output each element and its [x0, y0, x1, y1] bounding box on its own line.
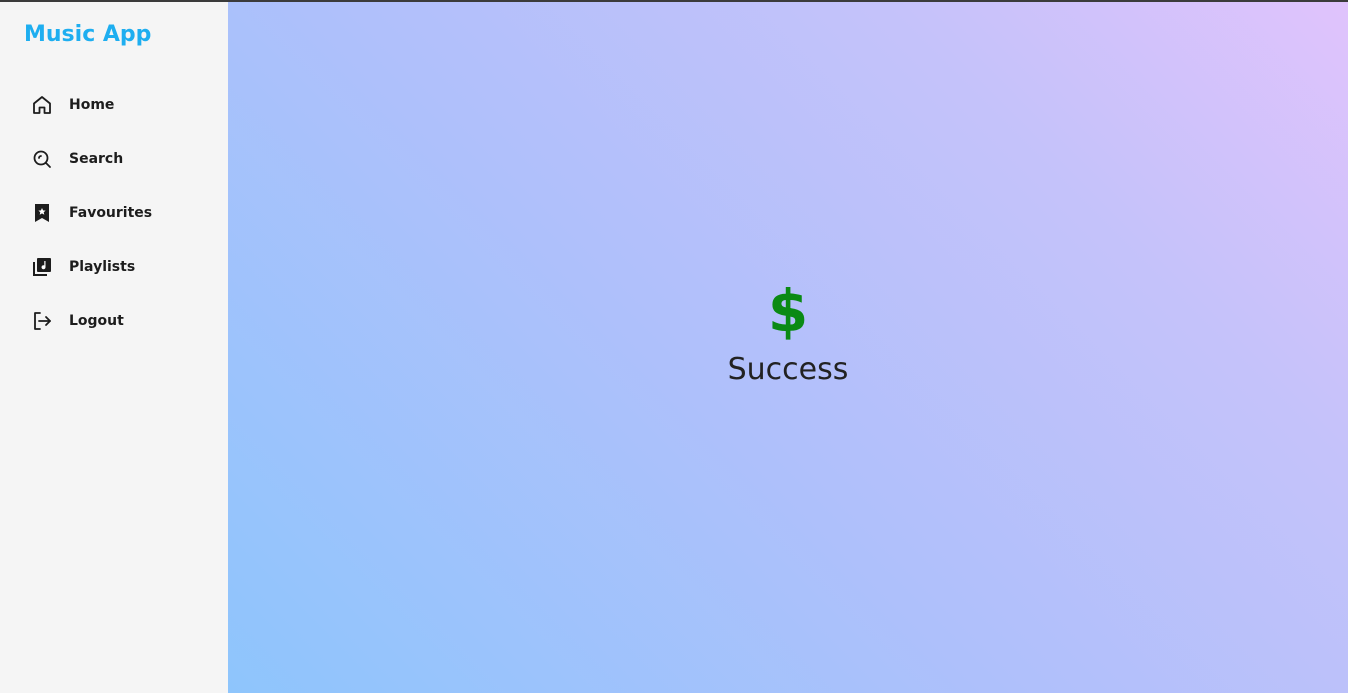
- sidebar-item-logout[interactable]: Logout: [0, 294, 228, 348]
- status-panel: $ Success: [728, 280, 849, 390]
- home-icon: [30, 93, 54, 117]
- main-content: $ Success: [228, 2, 1348, 693]
- bookmark-star-icon: [30, 201, 54, 225]
- library-music-icon: [30, 255, 54, 279]
- sidebar-item-favourites[interactable]: Favourites: [0, 186, 228, 240]
- sidebar-item-label: Home: [69, 97, 115, 113]
- app-window: Music App Home Search Favourites Playlis…: [0, 0, 1348, 693]
- sidebar: Music App Home Search Favourites Playlis…: [0, 2, 228, 693]
- sidebar-item-label: Favourites: [69, 205, 153, 221]
- sidebar-nav: Home Search Favourites Playlists Logout: [0, 78, 228, 348]
- sidebar-item-home[interactable]: Home: [0, 78, 228, 132]
- app-brand[interactable]: Music App: [24, 20, 228, 50]
- sidebar-item-playlists[interactable]: Playlists: [0, 240, 228, 294]
- sidebar-item-label: Logout: [69, 313, 124, 329]
- status-message: Success: [727, 352, 849, 387]
- sidebar-item-label: Search: [69, 151, 124, 167]
- sidebar-item-search[interactable]: Search: [0, 132, 228, 186]
- search-icon: [30, 147, 54, 171]
- sidebar-item-label: Playlists: [69, 259, 136, 275]
- logout-icon: [30, 309, 54, 333]
- dollar-icon: $: [767, 277, 809, 345]
